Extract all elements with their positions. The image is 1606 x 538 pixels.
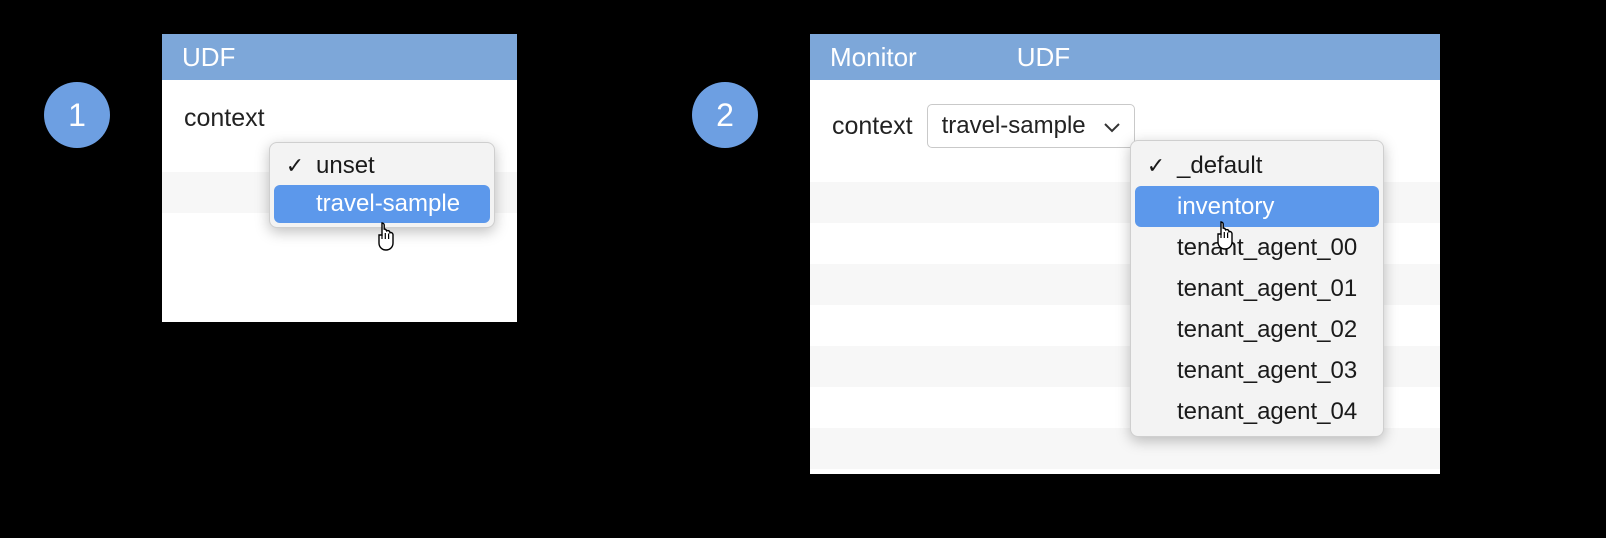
dropdown-option-unset[interactable]: ✓ unset [274, 147, 490, 185]
check-icon: ✓ [284, 153, 306, 179]
tab-monitor[interactable]: Monitor [810, 34, 937, 80]
tab-label: UDF [1017, 42, 1070, 72]
dropdown-option-label: _default [1177, 152, 1262, 180]
dropdown-option-label: tenant_agent_01 [1177, 275, 1357, 303]
dropdown-option-tenant-agent-01[interactable]: tenant_agent_01 [1135, 268, 1379, 309]
panel-body: context ✓ unset travel-sample [162, 80, 517, 322]
context-label: context [832, 112, 913, 141]
panel-step-1: UDF context ✓ unset travel-sample [162, 34, 517, 322]
dropdown-option-travel-sample[interactable]: travel-sample [274, 185, 490, 223]
dropdown-option-tenant-agent-00[interactable]: tenant_agent_00 [1135, 227, 1379, 268]
step-badge-2: 2 [692, 82, 758, 148]
bucket-select[interactable]: travel-sample [927, 104, 1135, 148]
tab-udf[interactable]: UDF [162, 34, 255, 80]
dropdown-option-label: tenant_agent_03 [1177, 357, 1357, 385]
dropdown-option-label: tenant_agent_02 [1177, 316, 1357, 344]
context-label: context [184, 104, 265, 133]
tab-label: UDF [182, 42, 235, 72]
dropdown-option-inventory[interactable]: inventory [1135, 186, 1379, 227]
dropdown-option-tenant-agent-03[interactable]: tenant_agent_03 [1135, 350, 1379, 391]
select-value: travel-sample [942, 112, 1086, 140]
dropdown-option-default[interactable]: ✓ _default [1135, 145, 1379, 186]
chevron-down-icon [1104, 112, 1120, 140]
panel-step-2: Monitor UDF context travel-sample [810, 34, 1440, 474]
dropdown-option-label: tenant_agent_00 [1177, 234, 1357, 262]
panel-body: context travel-sample ✓ _default [810, 80, 1440, 474]
panel-header: Monitor UDF [810, 34, 1440, 80]
context-scope-dropdown: ✓ _default inventory tenant_agent_00 ten… [1130, 140, 1384, 437]
context-bucket-dropdown: ✓ unset travel-sample [269, 142, 495, 228]
panel-header: UDF [162, 34, 517, 80]
tab-label: Monitor [830, 42, 917, 72]
tab-udf[interactable]: UDF [997, 34, 1090, 80]
dropdown-option-tenant-agent-04[interactable]: tenant_agent_04 [1135, 391, 1379, 432]
dropdown-option-label: travel-sample [316, 190, 460, 218]
step-number: 1 [68, 97, 86, 134]
check-icon: ✓ [1145, 153, 1167, 179]
step-badge-1: 1 [44, 82, 110, 148]
dropdown-option-label: tenant_agent_04 [1177, 398, 1357, 426]
dropdown-option-label: unset [316, 152, 375, 180]
step-number: 2 [716, 97, 734, 134]
dropdown-option-tenant-agent-02[interactable]: tenant_agent_02 [1135, 309, 1379, 350]
dropdown-option-label: inventory [1177, 193, 1274, 221]
